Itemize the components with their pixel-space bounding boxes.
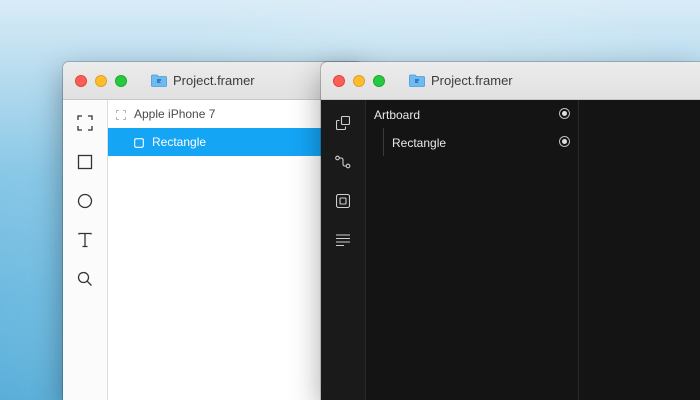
zoom-button[interactable]: [115, 75, 127, 87]
rectangle-layer-icon: [134, 137, 144, 151]
close-button[interactable]: [333, 75, 345, 87]
window-title: Project.framer: [409, 73, 513, 88]
minimize-button[interactable]: [353, 75, 365, 87]
layer-row-artboard[interactable]: Artboard: [366, 100, 578, 128]
list-icon[interactable]: [332, 229, 354, 251]
connect-icon[interactable]: [332, 151, 354, 173]
frame-icon[interactable]: [74, 112, 96, 134]
close-button[interactable]: [75, 75, 87, 87]
titlebar-dark[interactable]: Project.framer: [321, 62, 700, 100]
window-title-text: Project.framer: [173, 73, 255, 88]
component-icon[interactable]: [332, 190, 354, 212]
titlebar-light[interactable]: Project.framer: [63, 62, 363, 100]
toolbar-light: [63, 100, 108, 400]
oval-icon[interactable]: [74, 190, 96, 212]
rectangle-icon[interactable]: [74, 151, 96, 173]
layers-panel-dark: Artboard Rectangle: [366, 100, 579, 400]
canvas-area[interactable]: [579, 100, 700, 400]
layer-label: Rectangle: [152, 135, 207, 149]
toolbar-dark: [321, 100, 366, 400]
search-icon[interactable]: [74, 268, 96, 290]
window-title: Project.framer: [151, 73, 255, 88]
text-icon[interactable]: [74, 229, 96, 251]
project-window-dark: Project.framer Artboard Rectangle: [321, 62, 700, 400]
layer-label: Rectangle: [392, 136, 447, 150]
project-window-light: Project.framer Apple iPhone 7 Rectangle: [63, 62, 363, 400]
layer-label: Artboard: [374, 108, 421, 122]
visibility-toggle[interactable]: [559, 136, 570, 147]
framer-folder-icon: [151, 74, 167, 87]
device-frame-icon: [116, 109, 126, 123]
copy-layers-icon[interactable]: [332, 112, 354, 134]
framer-folder-icon: [409, 74, 425, 87]
zoom-button[interactable]: [373, 75, 385, 87]
layer-label: Apple iPhone 7: [134, 107, 216, 121]
window-title-text: Project.framer: [431, 73, 513, 88]
layer-row-rectangle[interactable]: Rectangle: [366, 128, 578, 156]
visibility-toggle[interactable]: [559, 108, 570, 119]
minimize-button[interactable]: [95, 75, 107, 87]
